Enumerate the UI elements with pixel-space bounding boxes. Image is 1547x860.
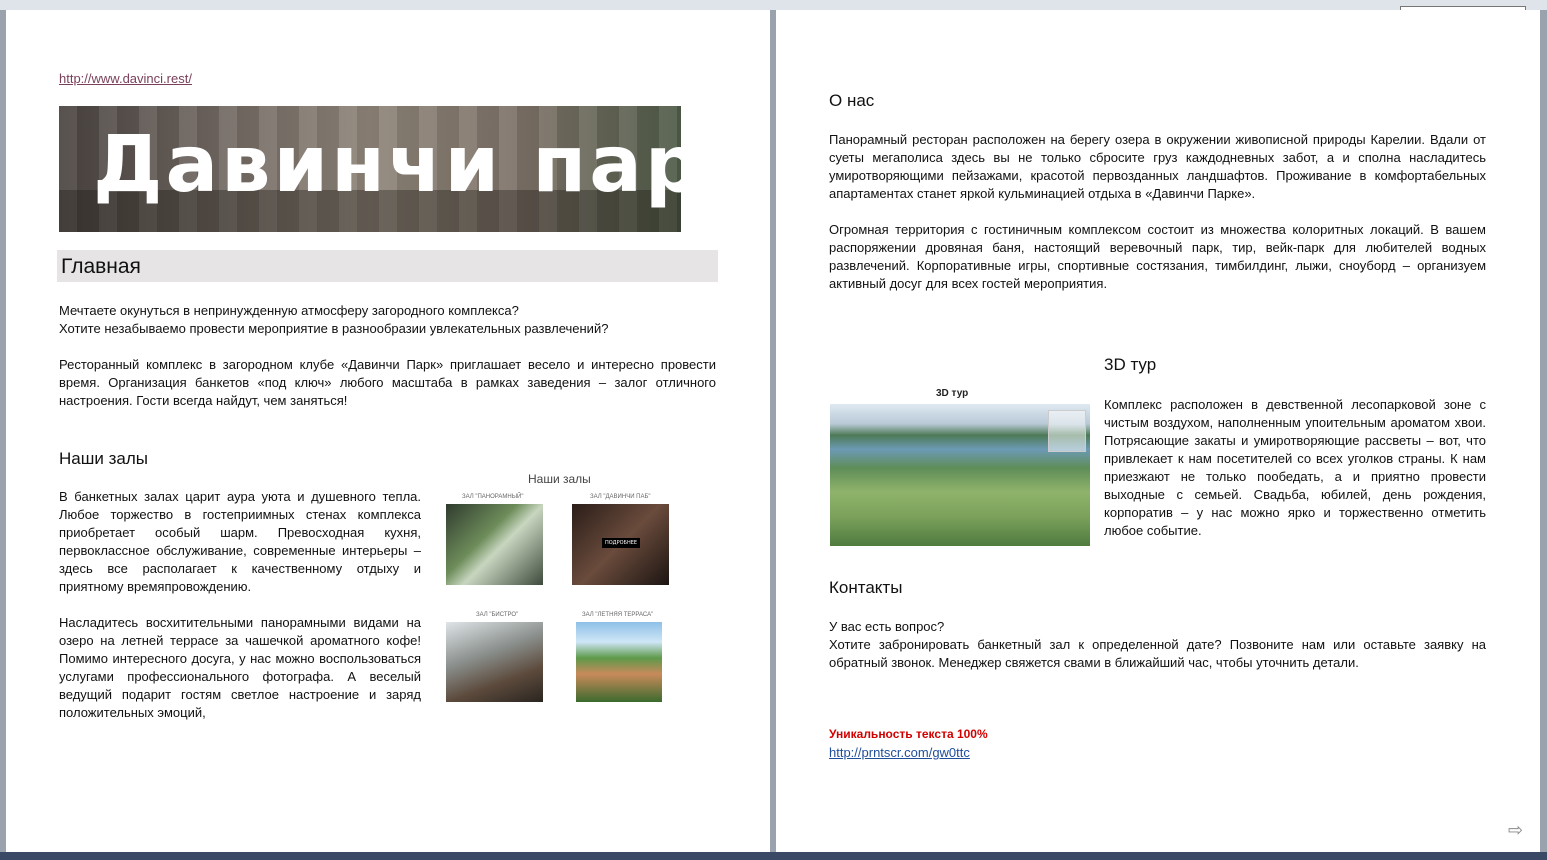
banner-image: Давинчи парк [59, 106, 681, 232]
about-paragraph-1: Панорамный ресторан расположен на берегу… [829, 132, 1486, 201]
tour-image-title: 3D тур [936, 388, 969, 399]
document-page-1[interactable]: http://www.davinci.rest/ Давинчи парк Гл… [6, 10, 770, 852]
details-button: ПОДРОБНЕЕ [602, 538, 640, 548]
site-link[interactable]: http://www.davinci.rest/ [59, 71, 192, 86]
intro-question-2: Хотите незабываемо провести мероприятие … [59, 321, 609, 336]
hall-photo-bistro [446, 622, 543, 702]
tour-thumbnails [1048, 410, 1086, 452]
contacts-heading: Контакты [829, 578, 903, 597]
intro-paragraph: Ресторанный комплекс в загородном клубе … [59, 357, 716, 408]
halls-heading: Наши залы [59, 449, 148, 468]
contacts-paragraph: Хотите забронировать банкетный зал к опр… [829, 637, 1486, 670]
contacts-question: У вас есть вопрос? [829, 619, 945, 634]
hall-photo-terrace [576, 622, 662, 702]
main-heading: Главная [61, 255, 141, 278]
tour-image: 3D тур [830, 380, 1090, 546]
uniqueness-note: Уникальность текста 100% [829, 727, 988, 741]
hall-photo-panoramic [446, 504, 543, 585]
halls-image: Наши залы ЗАЛ "ПАНОРАМНЫЙ" ЗАЛ "ДАВИНЧИ … [436, 470, 676, 710]
halls-image-title: Наши залы [528, 472, 591, 486]
tour-paragraph: Комплекс расположен в девственной лесопа… [1104, 397, 1486, 538]
proof-link[interactable]: http://prntscr.com/gw0ttc [829, 745, 970, 760]
arrow-right-icon[interactable]: ⇨ [1508, 820, 1523, 841]
hall-label: ЗАЛ "ПАНОРАМНЫЙ" [462, 494, 524, 500]
main-heading-bar: Главная [57, 250, 718, 282]
intro-question-1: Мечтаете окунуться в непринужденную атмо… [59, 303, 519, 318]
about-paragraph-2: Огромная территория с гостиничным компле… [829, 222, 1486, 291]
banner-title: Давинчи парк [93, 120, 681, 210]
hall-label: ЗАЛ "ЛЕТНЯЯ ТЕРРАСА" [582, 612, 654, 618]
halls-paragraph-1: В банкетных залах царит аура уюта и душе… [59, 489, 421, 594]
halls-paragraph-2: Насладитесь восхитительными панорамными … [59, 615, 421, 720]
hall-label: ЗАЛ "ДАВИНЧИ ПАБ" [590, 494, 651, 500]
hall-photo-pub: ПОДРОБНЕЕ [572, 504, 669, 585]
about-heading: О нас [829, 91, 875, 110]
taskbar [0, 852, 1547, 860]
hall-label: ЗАЛ "БИСТРО" [476, 612, 519, 618]
tour-heading: 3D тур [1104, 355, 1157, 374]
title-bar [0, 0, 1547, 10]
